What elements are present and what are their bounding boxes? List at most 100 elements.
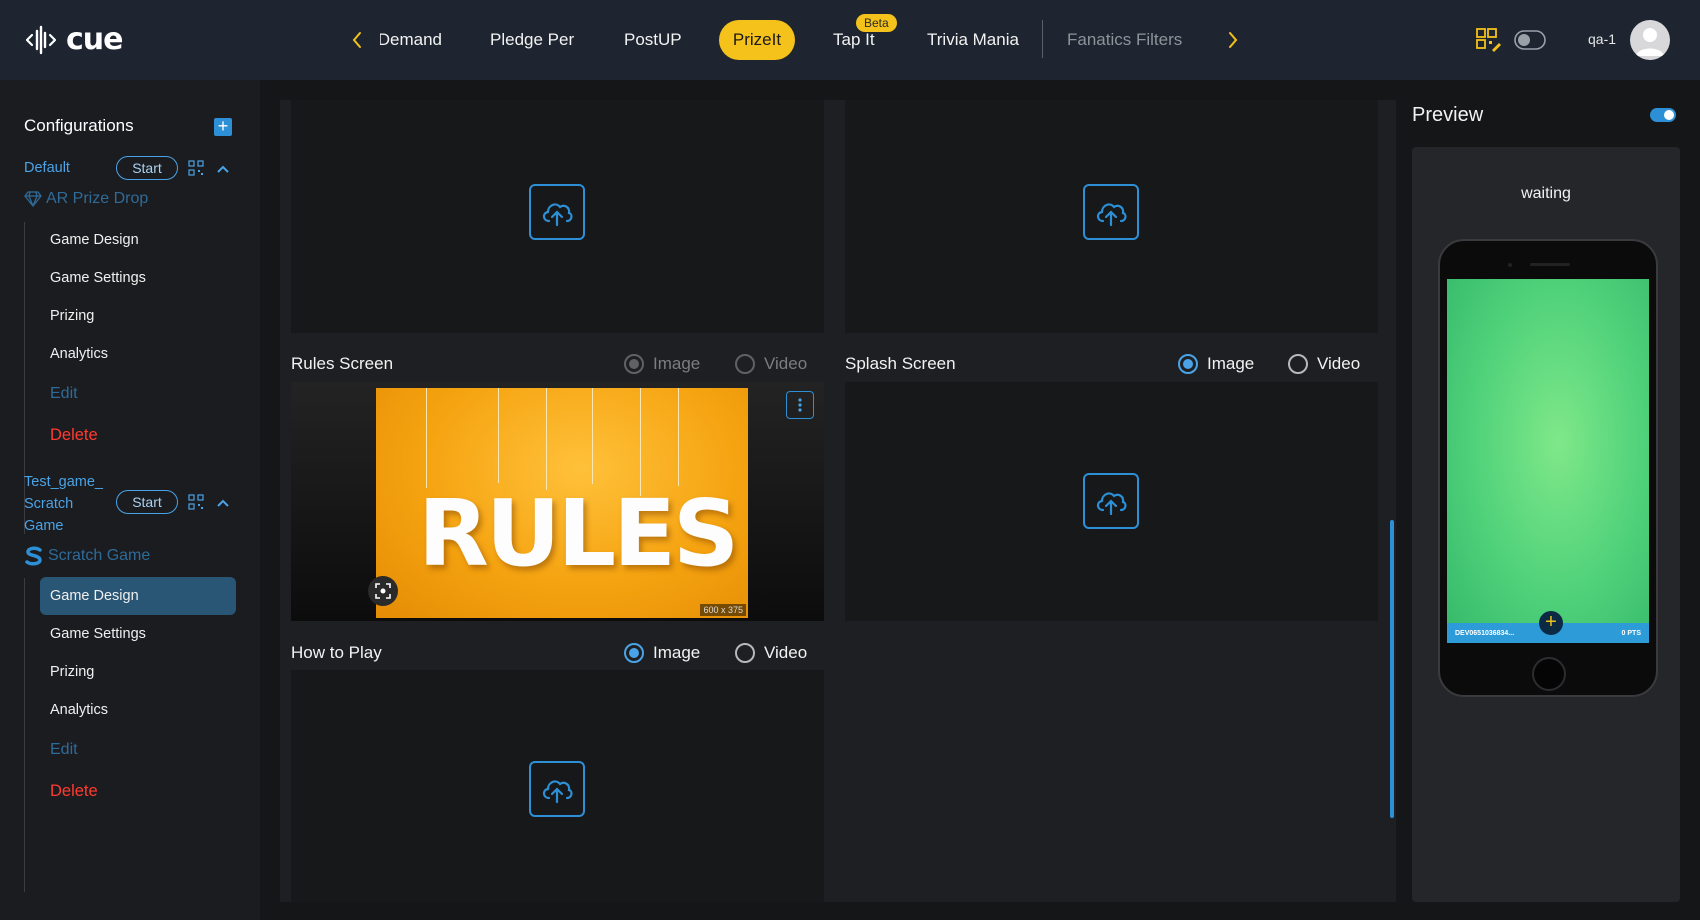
config-name-test-game-scratch[interactable]: Test_game_ Scratch Game <box>24 471 103 537</box>
diamond-icon <box>24 191 42 207</box>
chevron-up-icon[interactable] <box>216 498 230 508</box>
hanging-string <box>546 388 547 490</box>
chevron-left-icon <box>352 32 361 48</box>
sidebar-title: Configurations <box>24 116 134 135</box>
user-icon <box>1636 28 1664 56</box>
radio-rules-video[interactable]: Video <box>735 354 807 374</box>
game-type-scratch-game: Scratch Game <box>24 546 150 566</box>
cloud-upload-icon <box>542 203 573 227</box>
menu-analytics[interactable]: Analytics <box>50 346 108 362</box>
phone-mockup: DEV0651036834... 0 PTS + <box>1438 239 1658 697</box>
tab-postup[interactable]: PostUP <box>624 20 682 60</box>
add-configuration-button[interactable]: + <box>214 117 232 136</box>
start-button-default[interactable]: Start <box>116 156 178 180</box>
beta-badge: Beta <box>856 14 897 32</box>
tab-demand[interactable]: Demand <box>380 20 442 60</box>
menu-delete[interactable]: Delete <box>50 426 98 445</box>
radio-dot <box>1178 354 1198 374</box>
tab-prizeit[interactable]: PrizeIt <box>719 20 795 60</box>
upload-button[interactable] <box>529 761 585 817</box>
menu-edit[interactable]: Edit <box>50 741 78 759</box>
upload-button[interactable] <box>1083 184 1139 240</box>
game-type-label: AR Prize Drop <box>46 190 149 207</box>
preview-title: Preview <box>1412 104 1484 126</box>
moon-toggle-icon <box>1514 30 1546 50</box>
upload-panel-how-to-play <box>291 670 824 902</box>
config-name-line: Scratch <box>24 496 74 512</box>
radio-label: Image <box>653 643 701 662</box>
preview-status: waiting <box>1521 185 1571 202</box>
phone-screen: DEV0651036834... 0 PTS + <box>1447 279 1649 643</box>
radio-rules-image[interactable]: Image <box>624 354 700 374</box>
radio-label: Video <box>764 643 808 662</box>
upload-panel-splash <box>845 382 1378 621</box>
radio-label: Video <box>1317 354 1361 373</box>
menu-prizing[interactable]: Prizing <box>50 308 94 324</box>
main-scrollbar[interactable] <box>1390 520 1394 818</box>
tab-trivia-mania[interactable]: Trivia Mania <box>927 20 1019 60</box>
cue-waveform-icon <box>25 25 57 54</box>
user-avatar[interactable] <box>1630 20 1670 60</box>
top-navigation-bar: cue Demand Pledge Per PostUP PrizeIt Tap… <box>0 0 1700 80</box>
tab-label: Fanatics Filters <box>1067 30 1183 49</box>
rules-image-text: RULES <box>418 480 739 587</box>
more-vertical-icon <box>798 398 802 412</box>
qr-code-icon[interactable] <box>188 160 204 176</box>
image-options-button[interactable] <box>786 391 814 419</box>
upload-button[interactable] <box>529 184 585 240</box>
radio-dot <box>735 354 755 374</box>
menu-game-settings[interactable]: Game Settings <box>50 270 146 286</box>
section-label-splash-screen: Splash Screen <box>845 354 956 373</box>
tab-label: PostUP <box>624 30 682 49</box>
qr-code-graphic <box>1476 28 1501 52</box>
phone-speaker <box>1530 263 1570 266</box>
config-name-line: Test_game_ <box>24 474 103 490</box>
phone-camera <box>1508 263 1512 267</box>
radio-splash-video[interactable]: Video <box>1288 354 1360 374</box>
config-name-default[interactable]: Default <box>24 157 70 179</box>
qr-code-icon[interactable] <box>1476 28 1502 54</box>
menu-analytics[interactable]: Analytics <box>50 702 108 718</box>
phone-bar-points: 0 PTS <box>1621 629 1641 637</box>
radio-dot <box>735 643 755 663</box>
focus-crop-button[interactable] <box>368 576 398 606</box>
radio-splash-image[interactable]: Image <box>1178 354 1254 374</box>
app-tabs: Demand Pledge Per PostUP PrizeIt Tap It … <box>380 0 1200 80</box>
menu-prizing[interactable]: Prizing <box>50 664 94 680</box>
radio-howto-image[interactable]: Image <box>624 643 700 663</box>
tabs-scroll-right-button[interactable] <box>1220 26 1246 54</box>
scratch-s-icon <box>25 546 42 566</box>
theme-toggle[interactable] <box>1514 30 1546 50</box>
start-button-test-game[interactable]: Start <box>116 490 178 514</box>
game-type-ar-prize-drop: AR Prize Drop <box>24 190 148 208</box>
menu-delete[interactable]: Delete <box>50 782 98 801</box>
section-label-how-to-play: How to Play <box>291 643 382 662</box>
chevron-up-icon[interactable] <box>216 164 230 174</box>
plus-icon: + <box>1539 611 1563 635</box>
radio-label: Video <box>764 354 808 373</box>
radio-dot <box>624 354 644 374</box>
tab-fanatics-filters[interactable]: Fanatics Filters <box>1067 20 1182 60</box>
tabs-scroll-left-button[interactable] <box>344 26 370 54</box>
preview-toggle[interactable] <box>1650 108 1676 122</box>
game-type-label: Scratch Game <box>48 547 151 564</box>
menu-game-design[interactable]: Game Design <box>50 232 139 248</box>
preview-panel: Preview waiting DEV0651036834... 0 PTS + <box>1412 100 1682 902</box>
cue-logo[interactable]: cue <box>24 22 123 57</box>
tab-pledge-per[interactable]: Pledge Per <box>490 20 574 60</box>
section-label-rules-screen: Rules Screen <box>291 354 394 373</box>
menu-game-settings[interactable]: Game Settings <box>50 626 146 642</box>
upload-button[interactable] <box>1083 473 1139 529</box>
tab-label: Pledge Per <box>490 30 575 49</box>
radio-dot <box>1288 354 1308 374</box>
phone-bar-id: DEV0651036834... <box>1455 629 1515 637</box>
qr-code-icon[interactable] <box>188 494 204 510</box>
radio-howto-video[interactable]: Video <box>735 643 807 663</box>
menu-game-design-selected[interactable]: Game Design <box>40 577 236 615</box>
menu-edit[interactable]: Edit <box>50 385 78 403</box>
tree-line <box>24 578 25 892</box>
tab-divider <box>1042 20 1043 58</box>
hanging-string <box>592 388 593 484</box>
tab-label: Trivia Mania <box>927 30 1019 49</box>
image-size-badge: 600 x 375 <box>700 604 746 616</box>
